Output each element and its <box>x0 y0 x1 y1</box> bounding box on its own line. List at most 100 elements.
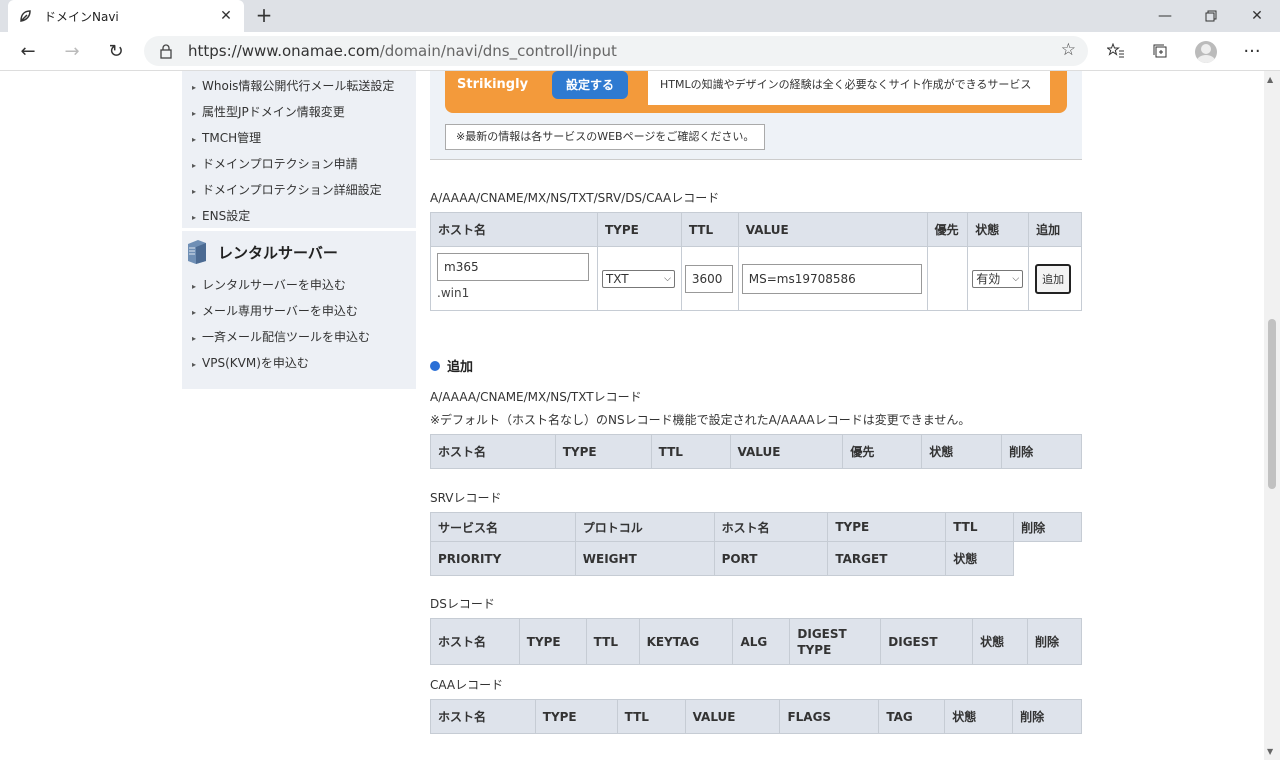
sidebar-item-jp-info[interactable]: 属性型JPドメイン情報変更 <box>192 103 345 120</box>
added-heading-label: 追加 <box>447 360 474 375</box>
new-tab-icon[interactable]: + <box>252 4 276 28</box>
url-path: /domain/navi/dns_controll/input <box>379 42 617 60</box>
promo-description: HTMLの知識やデザインの経験は全く必要なくサイト作成ができるサービス <box>648 71 1050 105</box>
col-type: TYPE <box>827 512 947 542</box>
minimize-icon[interactable]: — <box>1142 0 1188 32</box>
status-cell: 有効 ⌵ <box>967 246 1030 311</box>
refresh-icon[interactable]: ↻ <box>102 37 130 65</box>
col-status: 状態 <box>944 699 1014 734</box>
more-menu-icon[interactable]: ··· <box>1238 37 1266 65</box>
col-keytag: KEYTAG <box>638 618 734 665</box>
col-host: ホスト名 <box>430 212 598 247</box>
setup-button[interactable]: 設定する <box>552 71 628 99</box>
collections-icon[interactable] <box>1146 37 1174 65</box>
sidebar-item-protection-apply[interactable]: ドメインプロテクション申請 <box>192 155 358 172</box>
scroll-down-icon[interactable]: ▼ <box>1267 747 1273 756</box>
ds-record-label: DSレコード <box>430 597 495 611</box>
col-ttl: TTL <box>680 212 739 247</box>
sidebar-item-whois-forward[interactable]: Whois情報公開代行メール転送設定 <box>192 77 394 94</box>
tab-bar: ドメインNavi ✕ + — ✕ <box>0 0 1280 32</box>
col-delete: 削除 <box>1013 512 1082 542</box>
chevron-down-icon: ⌵ <box>1012 273 1020 284</box>
scroll-up-icon[interactable]: ▲ <box>1267 75 1273 84</box>
add-cell: 追加 <box>1028 246 1082 311</box>
col-host: ホスト名 <box>430 699 536 734</box>
url-field[interactable]: https://www.onamae.com/domain/navi/dns_c… <box>144 36 1088 66</box>
priority-cell <box>926 246 969 311</box>
sidebar-item-rental-server[interactable]: レンタルサーバーを申込む <box>192 276 346 293</box>
page-scrollbar[interactable]: ▲ ▼ <box>1264 71 1280 760</box>
sidebar: Whois情報公開代行メール転送設定 属性型JPドメイン情報変更 TMCH管理 … <box>182 71 416 389</box>
host-cell: m365 .win1 <box>430 246 598 311</box>
col-port: PORT <box>713 541 829 576</box>
col-host: ホスト名 <box>430 434 556 469</box>
profile-avatar[interactable] <box>1195 41 1217 63</box>
col-digest: DIGEST <box>880 618 974 665</box>
bullet-icon <box>430 360 440 371</box>
col-digest-type: DIGEST TYPE <box>789 618 882 665</box>
server-icon <box>186 239 208 265</box>
host-suffix: .win1 <box>437 286 470 300</box>
caa-record-label: CAAレコード <box>430 678 504 692</box>
col-value: VALUE <box>729 434 844 469</box>
col-ttl: TTL <box>585 618 640 665</box>
back-icon[interactable]: ← <box>14 37 42 65</box>
caa-record-table: ホスト名 TYPE TTL VALUE FLAGS TAG 状態 削除 <box>430 699 1082 734</box>
col-alg: ALG <box>732 618 791 665</box>
sidebar-item-mail-delivery[interactable]: 一斉メール配信ツールを申込む <box>192 328 370 345</box>
sidebar-item-mail-server[interactable]: メール専用サーバーを申込む <box>192 302 358 319</box>
col-priority: 優先 <box>926 212 969 247</box>
sidebar-item-vps[interactable]: VPS(KVM)を申込む <box>192 354 309 371</box>
status-select-value: 有効 <box>976 272 1001 286</box>
col-type: TYPE <box>596 212 682 247</box>
value-input[interactable]: MS=ms19708586 <box>741 263 922 294</box>
tab-title: ドメインNavi <box>44 9 119 24</box>
col-ttl: TTL <box>945 512 1015 542</box>
add-record-button[interactable]: 追加 <box>1035 263 1072 294</box>
srv-record-label: SRVレコード <box>430 491 502 505</box>
scroll-thumb[interactable] <box>1268 319 1276 489</box>
col-status: 状態 <box>967 212 1030 247</box>
lock-icon <box>158 43 174 59</box>
service-panel: Strikingly 設定する HTMLの知識やデザインの経験は全く必要なくサイ… <box>430 71 1082 160</box>
ttl-input[interactable]: 3600 <box>684 264 733 293</box>
sidebar-item-protection-detail[interactable]: ドメインプロテクション詳細設定 <box>192 181 382 198</box>
restore-icon[interactable] <box>1188 0 1234 32</box>
col-value: VALUE <box>737 212 928 247</box>
col-status: 状態 <box>921 434 1003 469</box>
col-type: TYPE <box>518 618 587 665</box>
sidebar-item-ens[interactable]: ENS設定 <box>192 207 250 224</box>
host-input[interactable]: m365 <box>437 253 589 281</box>
col-weight: WEIGHT <box>574 541 715 576</box>
sidebar-divider <box>182 228 416 231</box>
col-priority: PRIORITY <box>430 541 576 576</box>
browser-tab[interactable]: ドメインNavi ✕ <box>8 0 244 32</box>
favorite-star-icon[interactable]: ☆ <box>1061 40 1076 60</box>
type-select[interactable]: TXT ⌵ <box>601 269 675 288</box>
a-record-table: ホスト名 TYPE TTL VALUE 優先 状態 削除 <box>430 434 1082 469</box>
col-host: ホスト名 <box>713 512 829 542</box>
type-cell: TXT ⌵ <box>596 246 682 311</box>
sidebar-item-tmch[interactable]: TMCH管理 <box>192 129 261 146</box>
ttl-cell: 3600 <box>680 246 739 311</box>
favorites-icon[interactable] <box>1102 37 1130 65</box>
promo-service-name: Strikingly <box>457 77 529 92</box>
close-window-icon[interactable]: ✕ <box>1234 0 1280 32</box>
a-record-label: A/AAAA/CNAME/MX/NS/TXTレコード <box>430 390 642 404</box>
ds-record-table: ホスト名 TYPE TTL KEYTAG ALG DIGEST TYPE DIG… <box>430 618 1082 665</box>
added-heading: 追加 <box>430 356 473 375</box>
col-value: VALUE <box>684 699 781 734</box>
close-tab-icon[interactable]: ✕ <box>218 8 234 24</box>
col-host: ホスト名 <box>430 618 520 665</box>
rental-heading-label: レンタルサーバー <box>218 243 338 262</box>
col-ttl: TTL <box>616 699 686 734</box>
table-row: m365 .win1 TXT ⌵ 3600 MS=ms19708586 有効 ⌵… <box>430 246 1082 311</box>
forward-icon[interactable]: → <box>58 37 86 65</box>
url-host: https://www.onamae.com <box>188 42 380 60</box>
record-input-table: ホスト名 TYPE TTL VALUE 優先 状態 追加 m365 .win1 … <box>430 212 1082 311</box>
col-protocol: プロトコル <box>574 512 715 542</box>
col-ttl: TTL <box>650 434 731 469</box>
col-status: 状態 <box>945 541 1015 576</box>
status-select[interactable]: 有効 ⌵ <box>972 269 1024 288</box>
col-type: TYPE <box>534 699 618 734</box>
